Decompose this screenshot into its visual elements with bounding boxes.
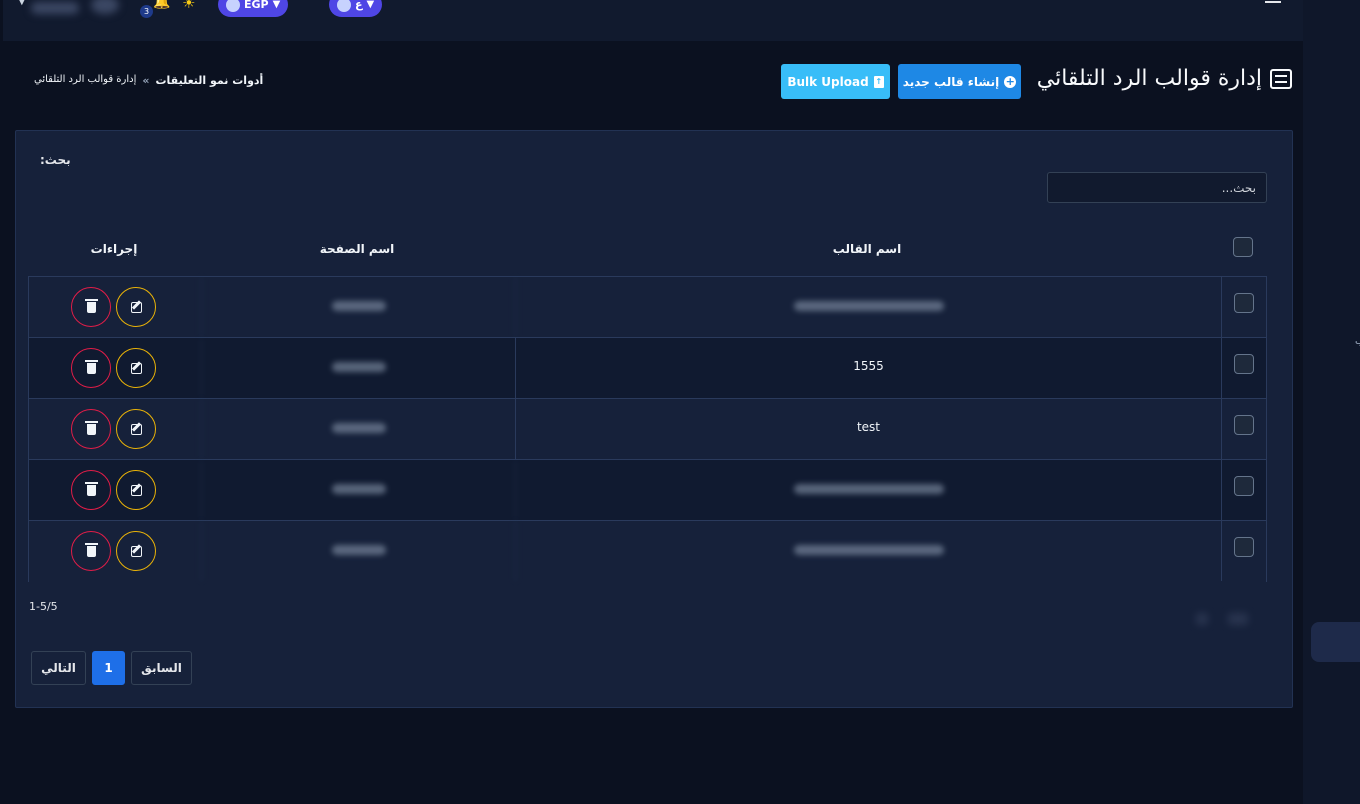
page-length-selector[interactable]	[1176, 601, 1266, 637]
file-upload-icon: ↑	[873, 75, 884, 88]
top-navbar: ▼ 3 🔔 ☀ EGP ▼ ع ▼	[3, 0, 1303, 41]
row-checkbox[interactable]	[1234, 293, 1254, 313]
header-template-name[interactable]: اسم القالب	[514, 229, 1220, 275]
create-template-label: إنشاء قالب جديد	[902, 74, 1000, 89]
chevron-down-icon: ▼	[366, 0, 375, 10]
header-page-name[interactable]: اسم الصفحة	[200, 229, 514, 275]
edit-button[interactable]	[116, 287, 156, 327]
list-icon	[1270, 68, 1292, 89]
right-sidebar: ب	[1303, 0, 1360, 804]
cell-page-name	[201, 399, 515, 459]
edit-icon	[130, 301, 142, 313]
delete-button[interactable]	[71, 409, 111, 449]
bell-icon[interactable]: 🔔	[153, 0, 170, 10]
prev-page-button[interactable]: السابق	[131, 651, 192, 685]
bulk-upload-label: Bulk Upload	[787, 74, 869, 89]
edit-icon	[130, 484, 142, 496]
templates-panel: بحث: إجراءات اسم الصفحة اسم القالب 1555	[15, 130, 1293, 708]
cell-template-name	[515, 460, 1221, 520]
row-actions	[29, 277, 201, 337]
breadcrumb: أدوات نمو التعليقات » إدارة قوالب الرد ا…	[34, 74, 263, 87]
pagination: التالي 1 السابق	[31, 651, 192, 685]
cell-page-name	[201, 521, 515, 581]
user-menu[interactable]	[31, 0, 127, 16]
next-page-button[interactable]: التالي	[31, 651, 86, 685]
trash-icon	[84, 359, 98, 374]
table-row: 1555	[29, 338, 1266, 399]
edit-icon	[130, 545, 142, 557]
edit-button[interactable]	[116, 531, 156, 571]
page-title: إدارة قوالب الرد التلقائي	[1037, 66, 1292, 91]
header-actions: إجراءات	[90, 242, 138, 256]
redacted-text	[331, 300, 386, 311]
chevron-down-icon[interactable]: ▼	[18, 0, 26, 7]
row-checkbox[interactable]	[1234, 354, 1254, 374]
coins-icon	[226, 0, 240, 12]
plus-circle-icon: +	[1004, 74, 1017, 88]
create-template-button[interactable]: + إنشاء قالب جديد	[898, 64, 1021, 99]
currency-label: EGP	[244, 0, 269, 11]
select-all-checkbox[interactable]	[1233, 237, 1253, 257]
sidebar-glyph: ب	[1355, 336, 1360, 347]
search-label: بحث:	[40, 153, 71, 167]
currency-selector[interactable]: EGP ▼	[218, 0, 289, 17]
trash-icon	[84, 420, 98, 435]
redacted-text	[331, 361, 386, 372]
redacted-text	[793, 300, 944, 311]
delete-button[interactable]	[71, 348, 111, 388]
cell-page-name	[201, 277, 515, 337]
bulk-upload-button[interactable]: Bulk Upload ↑	[781, 64, 890, 99]
delete-button[interactable]	[71, 531, 111, 571]
page-1-button[interactable]: 1	[92, 651, 125, 685]
edit-button[interactable]	[116, 348, 156, 388]
edit-icon	[130, 362, 142, 374]
globe-icon	[337, 0, 351, 12]
cell-template-name: 1555	[515, 338, 1221, 398]
page-title-text: إدارة قوالب الرد التلقائي	[1036, 66, 1262, 91]
delete-button[interactable]	[71, 287, 111, 327]
row-actions	[29, 399, 201, 459]
redacted-text	[331, 422, 386, 433]
cell-page-name	[201, 460, 515, 520]
breadcrumb-current: إدارة قوالب الرد التلقائي	[34, 74, 137, 85]
records-count: 1-5/5	[29, 600, 58, 613]
trash-icon	[84, 298, 98, 313]
trash-icon	[84, 481, 98, 496]
chevron-down-icon: ▼	[272, 0, 281, 10]
edit-icon	[130, 423, 142, 435]
redacted-text	[793, 544, 944, 555]
sidebar-active-item[interactable]	[1311, 622, 1360, 662]
notification-badge: 3	[140, 5, 153, 18]
table-row	[29, 460, 1266, 521]
table-row	[29, 277, 1266, 338]
edit-button[interactable]	[116, 470, 156, 510]
edit-button[interactable]	[116, 409, 156, 449]
menu-icon[interactable]	[1265, 0, 1281, 6]
cell-template-name: test	[515, 399, 1221, 459]
cell-template-name	[515, 521, 1221, 581]
row-actions	[29, 338, 201, 398]
trash-icon	[84, 542, 98, 557]
row-checkbox[interactable]	[1234, 537, 1254, 557]
table-row: test	[29, 399, 1266, 460]
cell-page-name	[201, 338, 515, 398]
row-actions	[29, 460, 201, 520]
templates-table-body: 1555 test	[28, 276, 1267, 582]
redacted-text	[331, 483, 386, 494]
table-row	[29, 521, 1266, 582]
breadcrumb-separator: »	[142, 74, 150, 87]
language-label: ع	[355, 0, 363, 11]
cell-template-name	[515, 277, 1221, 337]
search-input[interactable]	[1047, 172, 1267, 203]
table-header: إجراءات اسم الصفحة اسم القالب	[28, 229, 1267, 275]
breadcrumb-parent[interactable]: أدوات نمو التعليقات	[156, 74, 264, 87]
delete-button[interactable]	[71, 470, 111, 510]
row-checkbox[interactable]	[1234, 415, 1254, 435]
redacted-text	[331, 544, 386, 555]
row-actions	[29, 521, 201, 581]
sun-icon[interactable]: ☀	[182, 0, 195, 12]
language-selector[interactable]: ع ▼	[329, 0, 383, 17]
redacted-text	[793, 483, 944, 494]
row-checkbox[interactable]	[1234, 476, 1254, 496]
